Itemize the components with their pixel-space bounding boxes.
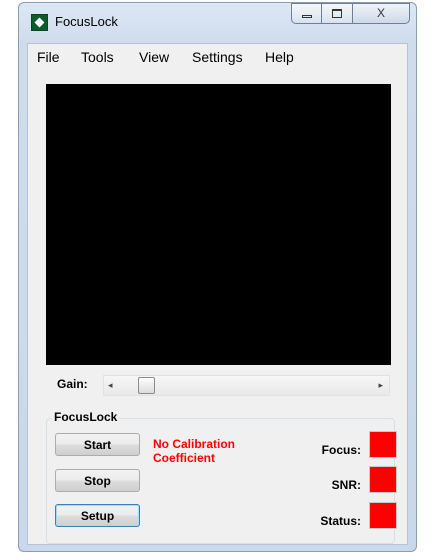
scroll-left-icon[interactable]: ◂ xyxy=(108,376,113,395)
status-indicator xyxy=(369,502,397,529)
menu-file[interactable]: File xyxy=(37,49,60,65)
group-title: FocusLock xyxy=(52,410,120,424)
start-button[interactable]: Start xyxy=(55,433,140,456)
stop-button[interactable]: Stop xyxy=(55,469,140,492)
menu-help[interactable]: Help xyxy=(265,49,294,65)
title-bar[interactable]: FocusLock X xyxy=(19,3,416,41)
gain-label: Gain: xyxy=(57,377,88,391)
status-label: Status: xyxy=(320,514,361,528)
scroll-right-icon[interactable]: ▸ xyxy=(378,376,383,395)
minimize-icon xyxy=(302,15,312,18)
window-controls: X xyxy=(291,3,410,24)
menu-tools[interactable]: Tools xyxy=(81,49,114,65)
maximize-button[interactable] xyxy=(322,3,353,24)
setup-button[interactable]: Setup xyxy=(55,504,140,527)
calibration-warning: No Calibration Coefficient xyxy=(153,437,236,465)
focus-label: Focus: xyxy=(321,443,361,457)
menu-settings[interactable]: Settings xyxy=(192,49,243,65)
gain-slider[interactable]: ◂ ▸ xyxy=(103,375,390,396)
minimize-button[interactable] xyxy=(291,3,322,24)
focuslock-window: FocusLock X File Tools View Settings Hel… xyxy=(18,2,417,552)
focus-indicator xyxy=(369,431,397,458)
maximize-icon xyxy=(332,9,342,18)
window-title: FocusLock xyxy=(55,14,118,29)
close-button[interactable]: X xyxy=(353,3,410,24)
snr-label: SNR: xyxy=(331,478,361,492)
client-area: File Tools View Settings Help Gain: ◂ ▸ … xyxy=(27,43,408,545)
menu-bar: File Tools View Settings Help xyxy=(28,44,407,68)
focuslock-group: FocusLock Start Stop Setup No Calibratio… xyxy=(46,410,397,544)
close-icon: X xyxy=(376,6,385,20)
menu-view[interactable]: View xyxy=(139,49,169,65)
gain-slider-thumb[interactable] xyxy=(138,377,155,394)
app-icon xyxy=(31,14,48,31)
camera-display xyxy=(46,84,391,365)
snr-indicator xyxy=(369,466,397,493)
